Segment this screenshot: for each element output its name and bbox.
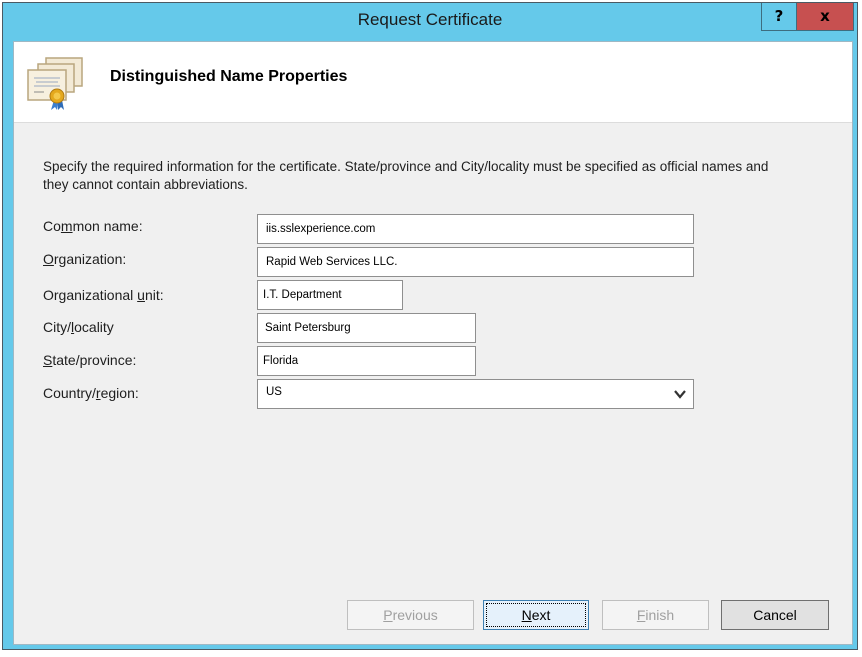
dialog-body: Distinguished Name Properties Specify th… [13, 41, 853, 645]
common-name-label: Common name: [43, 218, 143, 234]
close-button[interactable]: x [796, 3, 854, 31]
wizard-header: Distinguished Name Properties [14, 42, 852, 123]
cancel-button[interactable]: Cancel [721, 600, 829, 630]
request-certificate-dialog: Request Certificate ? x Distinguished Na… [2, 2, 858, 650]
next-button[interactable]: Next [483, 600, 589, 630]
city-locality-input[interactable]: Saint Petersburg [257, 313, 476, 343]
organization-label: Organization: [43, 251, 127, 267]
state-province-input[interactable]: Florida [257, 346, 476, 376]
country-region-select[interactable]: US [257, 379, 694, 409]
previous-button[interactable]: Previous [347, 600, 474, 630]
certificate-icon [27, 57, 83, 110]
finish-button[interactable]: Finish [602, 600, 709, 630]
title-bar[interactable]: Request Certificate ? x [3, 3, 857, 41]
instructions-text: Specify the required information for the… [43, 159, 769, 192]
organization-input[interactable]: Rapid Web Services LLC. [257, 247, 694, 277]
country-region-label: Country/region: [43, 385, 139, 401]
country-region-value: US [266, 386, 282, 398]
chevron-down-icon[interactable] [673, 387, 687, 401]
organizational-unit-input[interactable]: I.T. Department [257, 280, 403, 310]
organizational-unit-label: Organizational unit: [43, 287, 164, 303]
page-title: Distinguished Name Properties [110, 68, 348, 85]
help-button[interactable]: ? [761, 3, 797, 31]
state-province-label: State/province: [43, 352, 137, 368]
common-name-input[interactable]: iis.sslexperience.com [257, 214, 694, 244]
city-locality-label: City/locality [43, 319, 114, 335]
window-title: Request Certificate [357, 10, 503, 29]
